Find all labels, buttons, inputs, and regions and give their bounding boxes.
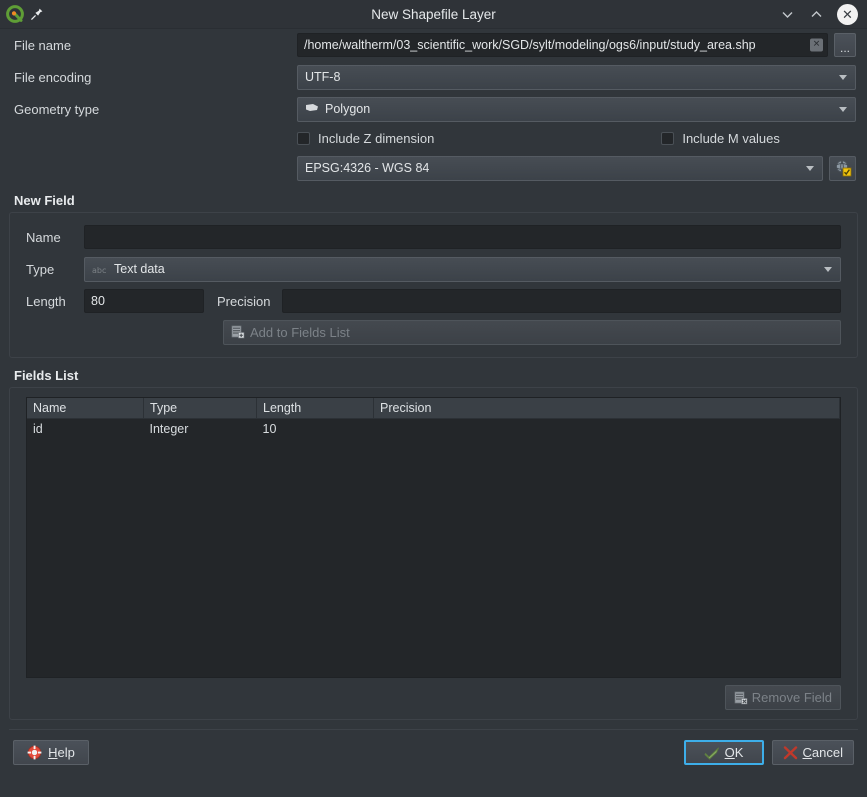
remove-field-row: Remove Field (10, 678, 857, 710)
new-field-precision-input[interactable] (282, 289, 841, 313)
fields-list-group-title: Fields List (9, 368, 858, 387)
file-encoding-label: File encoding (11, 70, 297, 85)
cancel-x-icon (783, 746, 798, 760)
fields-table-header-row: Name Type Length Precision (27, 398, 840, 419)
add-to-fields-list-label: Add to Fields List (250, 325, 350, 340)
new-field-length-label: Length (26, 294, 84, 309)
geometry-type-row: Geometry type Polygon (0, 93, 867, 125)
column-header-precision[interactable]: Precision (374, 398, 840, 419)
fields-table-container[interactable]: Name Type Length Precision id Integer 10 (26, 397, 841, 678)
include-m-checkbox[interactable]: Include M values (661, 131, 780, 146)
crs-row: EPSG:4326 - WGS 84 (0, 151, 867, 185)
new-field-length-input[interactable]: 80 (84, 289, 204, 313)
checkbox-box (297, 132, 310, 145)
table-remove-icon (734, 691, 748, 705)
fields-table: Name Type Length Precision id Integer 10 (27, 398, 840, 439)
cancel-button[interactable]: Cancel (772, 740, 854, 765)
remove-field-label: Remove Field (752, 690, 832, 705)
window-title: New Shapefile Layer (0, 7, 867, 22)
ok-mnemonic: O (725, 745, 735, 760)
polygon-icon (305, 103, 319, 115)
file-name-value: /home/waltherm/03_scientific_work/SGD/sy… (304, 33, 805, 57)
crs-value: EPSG:4326 - WGS 84 (305, 161, 429, 175)
file-encoding-select[interactable]: UTF-8 (297, 65, 856, 90)
chevron-down-icon (839, 107, 847, 112)
geometry-type-label: Geometry type (11, 102, 297, 117)
new-field-length-value: 80 (91, 289, 105, 313)
browse-button[interactable]: ... (834, 33, 856, 57)
include-m-label: Include M values (682, 131, 780, 146)
column-header-type[interactable]: Type (144, 398, 257, 419)
include-z-checkbox[interactable]: Include Z dimension (297, 131, 434, 146)
cell-type: Integer (144, 419, 257, 440)
file-encoding-row: File encoding UTF-8 (0, 61, 867, 93)
new-field-name-input[interactable] (84, 225, 841, 249)
ok-button[interactable]: OK (684, 740, 764, 765)
new-field-length-row: Length 80 Precision (10, 285, 857, 317)
geometry-type-value: Polygon (325, 102, 370, 116)
crs-select-button[interactable] (829, 156, 856, 181)
cell-name: id (27, 419, 144, 440)
column-header-length[interactable]: Length (257, 398, 374, 419)
chevron-down-icon (806, 166, 814, 171)
titlebar-left-icons (0, 5, 44, 23)
include-z-label: Include Z dimension (318, 131, 434, 146)
help-mnemonic: H (48, 745, 57, 760)
new-field-group: New Field Name Type abc Text data (9, 193, 858, 358)
title-bar: New Shapefile Layer ✕ (0, 0, 867, 29)
geometry-type-select[interactable]: Polygon (297, 97, 856, 122)
checkbox-box (661, 132, 674, 145)
cancel-label-rest: ancel (812, 745, 843, 760)
ok-label-rest: K (735, 745, 744, 760)
chevron-up-icon[interactable] (808, 6, 825, 23)
dialog-footer: Help OK Cancel (0, 730, 867, 765)
apply-check-icon (704, 746, 720, 760)
table-add-icon (231, 325, 245, 339)
footer-action-buttons: OK Cancel (684, 740, 854, 765)
lifebuoy-icon (27, 745, 42, 760)
cell-length: 10 (257, 419, 374, 440)
cancel-button-label: Cancel (803, 745, 843, 760)
file-encoding-value: UTF-8 (305, 70, 340, 84)
column-header-name[interactable]: Name (27, 398, 144, 419)
new-field-name-row: Name (10, 221, 857, 253)
fields-list-group: Fields List Name Type Length Precision (9, 368, 858, 720)
dialog-body: File name /home/waltherm/03_scientific_w… (0, 29, 867, 765)
cancel-mnemonic: C (803, 745, 812, 760)
close-icon[interactable]: ✕ (837, 4, 858, 25)
chevron-down-icon (839, 75, 847, 80)
file-name-input[interactable]: /home/waltherm/03_scientific_work/SGD/sy… (297, 33, 828, 57)
table-row[interactable]: id Integer 10 (27, 419, 840, 440)
file-name-label: File name (11, 38, 297, 53)
ok-button-label: OK (725, 745, 744, 760)
new-field-type-value: Text data (114, 262, 165, 276)
new-field-type-select[interactable]: abc Text data (84, 257, 841, 282)
dimension-options-row: Include Z dimension Include M values (0, 125, 867, 151)
abc-text-icon: abc (92, 264, 108, 275)
new-field-group-title: New Field (9, 193, 858, 212)
chevron-down-icon[interactable] (779, 6, 796, 23)
svg-text:abc: abc (92, 266, 106, 275)
cell-precision (374, 419, 840, 440)
window-controls: ✕ (779, 4, 867, 25)
chevron-down-icon (824, 267, 832, 272)
file-name-row: File name /home/waltherm/03_scientific_w… (0, 29, 867, 61)
new-field-type-label: Type (26, 262, 84, 277)
help-button-label: Help (48, 745, 75, 760)
add-field-row: Add to Fields List (10, 317, 857, 347)
remove-field-button[interactable]: Remove Field (725, 685, 841, 710)
help-label-rest: elp (58, 745, 75, 760)
crs-select[interactable]: EPSG:4326 - WGS 84 (297, 156, 823, 181)
qgis-logo-icon (6, 5, 24, 23)
pin-icon[interactable] (30, 7, 44, 21)
add-to-fields-list-button[interactable]: Add to Fields List (223, 320, 841, 345)
new-field-name-label: Name (26, 230, 84, 245)
new-field-type-row: Type abc Text data (10, 253, 857, 285)
globe-crs-icon (834, 159, 852, 177)
new-field-precision-label: Precision (204, 294, 282, 309)
clear-icon[interactable]: ✕ (810, 39, 823, 52)
help-button[interactable]: Help (13, 740, 89, 765)
